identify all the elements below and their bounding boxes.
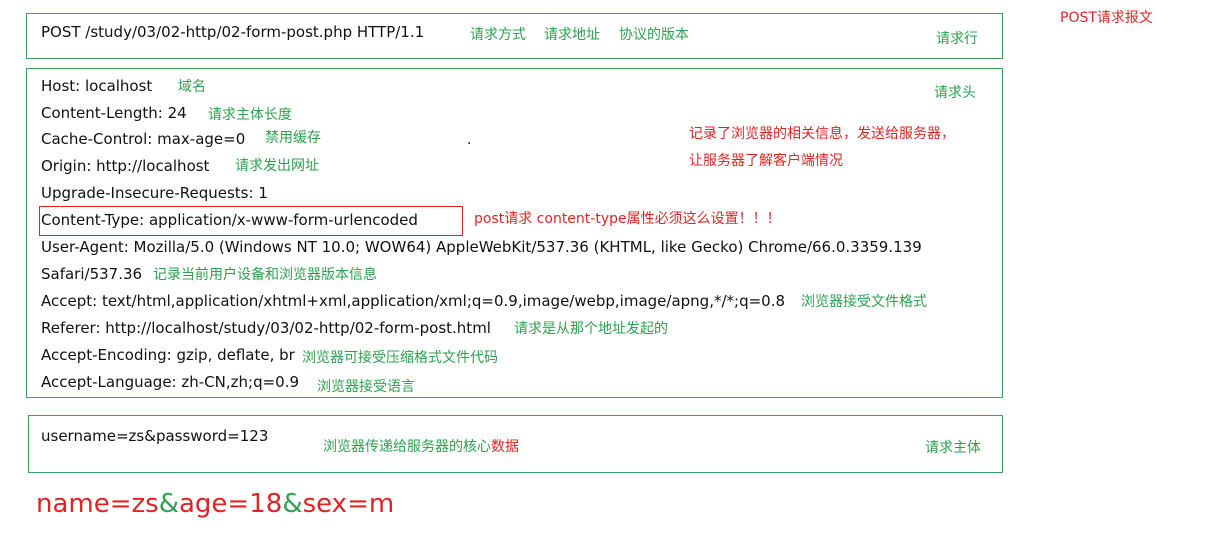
side-note-line1: 记录了浏览器的相关信息，发送给服务器， (689, 126, 955, 142)
example-param-name: name=zs (36, 489, 159, 519)
note-request-url: 请求地址 (544, 27, 600, 43)
note-protocol-version: 协议的版本 (619, 27, 689, 43)
note-accept: 浏览器接受文件格式 (801, 294, 927, 310)
header-user-agent: User-Agent: Mozilla/5.0 (Windows NT 10.0… (41, 238, 922, 256)
note-request-body: 浏览器传递给服务器的核心数据 (323, 440, 519, 454)
header-accept-language: Accept-Language: zh-CN,zh;q=0.9 (41, 373, 300, 391)
diagram-title: POST请求报文 (1060, 10, 1153, 26)
note-request-body-prefix: 浏览器传递给服务器的核心 (323, 439, 491, 455)
example-param-age: age=18 (179, 489, 283, 519)
header-accept: Accept: text/html,application/xhtml+xml,… (41, 292, 786, 310)
header-accept-encoding: Accept-Encoding: gzip, deflate, br (41, 346, 295, 364)
example-amp-2: & (282, 489, 303, 519)
request-line-text: POST /study/03/02-http/02-form-post.php … (41, 23, 425, 41)
header-user-agent-cont: Safari/537.36 (41, 265, 143, 283)
note-request-method: 请求方式 (470, 27, 526, 43)
note-request-body-suffix: 数据 (491, 439, 519, 455)
header-upgrade-insecure-requests: Upgrade-Insecure-Requests: 1 (41, 184, 268, 202)
note-accept-language: 浏览器接受语言 (317, 379, 415, 395)
example-amp-1: & (158, 489, 179, 519)
note-user-agent: 记录当前用户设备和浏览器版本信息 (153, 267, 377, 283)
header-referer: Referer: http://localhost/study/03/02-ht… (41, 319, 491, 337)
note-content-type: post请求 content-type属性必须这么设置！！！ (474, 211, 781, 227)
header-cache-control: Cache-Control: max-age=0 (41, 130, 246, 148)
label-request-line: 请求行 (936, 31, 978, 47)
note-cache-control: 禁用缓存 (265, 130, 321, 146)
header-host: Host: localhost (41, 77, 153, 95)
header-origin: Origin: http://localhost (41, 157, 210, 175)
note-origin: 请求发出网址 (235, 158, 319, 174)
note-content-length: 请求主体长度 (208, 107, 292, 123)
label-request-body: 请求主体 (925, 440, 981, 456)
side-note-line2: 让服务器了解客户端情况 (689, 153, 843, 169)
label-request-headers: 请求头 (934, 85, 976, 101)
header-content-type: Content-Type: application/x-www-form-url… (41, 211, 418, 229)
note-accept-encoding: 浏览器可接受压缩格式文件代码 (302, 350, 498, 366)
request-body-text: username=zs&password=123 (41, 427, 269, 445)
note-host: 域名 (178, 79, 206, 95)
header-content-length: Content-Length: 24 (41, 104, 187, 122)
note-referer: 请求是从那个地址发起的 (514, 321, 668, 337)
stray-dot: . (467, 132, 472, 148)
example-param-sex: sex=m (302, 489, 395, 519)
example-payload: name=zs&age=18&sex=m (36, 491, 394, 517)
